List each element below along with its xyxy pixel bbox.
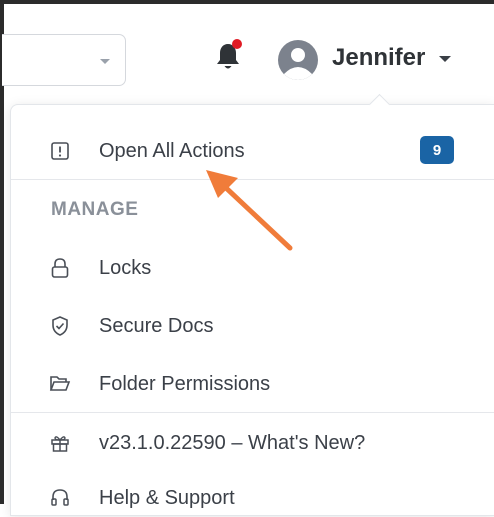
- avatar[interactable]: [278, 40, 318, 80]
- filter-dropdown[interactable]: [2, 34, 126, 86]
- user-icon: [284, 48, 312, 80]
- menu-item-label: Open All Actions: [99, 140, 245, 162]
- menu-item-label: Locks: [99, 257, 152, 279]
- divider: [11, 179, 494, 180]
- menu-item-label: Folder Permissions: [99, 373, 271, 395]
- user-menu-chevron-icon[interactable]: [439, 56, 451, 62]
- divider: [11, 412, 494, 413]
- menu-item-whats-new[interactable]: v23.1.0.22590 – What's New?: [11, 422, 494, 462]
- user-dropdown-menu: Open All Actions 9 MANAGE Locks Secure D…: [10, 93, 494, 517]
- headset-icon: [48, 486, 72, 510]
- notification-dot: [232, 39, 242, 49]
- menu-pointer: [368, 93, 391, 116]
- section-header-manage: MANAGE: [51, 199, 139, 220]
- window-frame-top: [0, 0, 494, 4]
- alert-square-icon: [48, 139, 72, 163]
- menu-item-locks[interactable]: Locks: [11, 247, 494, 287]
- gift-icon: [48, 431, 72, 455]
- folder-open-icon: [48, 372, 72, 396]
- menu-item-folder-permissions[interactable]: Folder Permissions: [11, 363, 494, 403]
- notifications-button[interactable]: [215, 39, 242, 72]
- chevron-down-icon: [100, 59, 110, 64]
- actions-count-badge: 9: [420, 136, 454, 164]
- menu-item-label: Secure Docs: [99, 315, 214, 337]
- shield-check-icon: [48, 314, 72, 338]
- menu-item-label: Help & Support: [99, 487, 235, 509]
- lock-icon: [48, 256, 72, 280]
- menu-item-secure-docs[interactable]: Secure Docs: [11, 305, 494, 345]
- menu-item-label: v23.1.0.22590 – What's New?: [99, 432, 366, 454]
- user-name[interactable]: Jennifer: [332, 44, 425, 72]
- menu-item-help-support[interactable]: Help & Support: [11, 477, 494, 517]
